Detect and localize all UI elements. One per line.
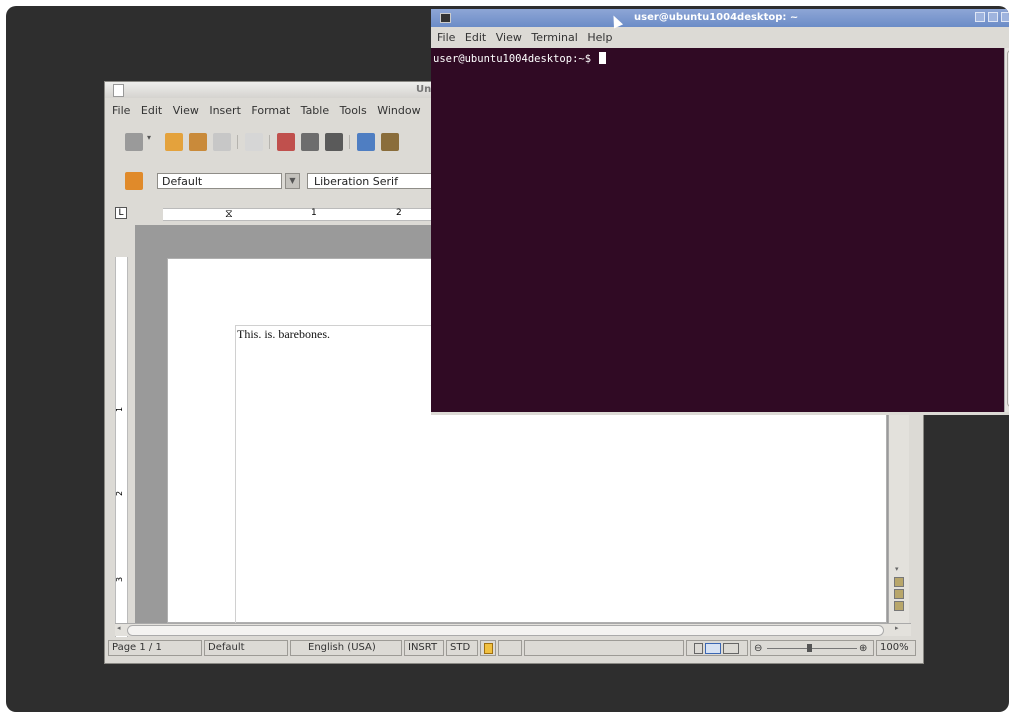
maximize-icon[interactable] [988, 12, 998, 22]
status-insert-mode[interactable]: INSRT [404, 640, 444, 656]
book-view-icon[interactable] [723, 643, 739, 654]
terminal-menu-edit[interactable]: Edit [465, 31, 486, 44]
minimize-icon[interactable] [975, 12, 985, 22]
terminal-icon [440, 13, 451, 23]
terminal-menu-help[interactable]: Help [587, 31, 612, 44]
menu-table[interactable]: Table [301, 104, 329, 117]
menu-view[interactable]: View [173, 104, 199, 117]
prompt-text: user@ubuntu1004desktop:~$ [433, 53, 598, 65]
document-icon [113, 84, 124, 97]
ruler-mark: 1 [115, 406, 125, 413]
terminal-scrollbar[interactable] [1004, 48, 1009, 412]
ruler-mark: 2 [396, 208, 402, 218]
view-layout-controls [686, 640, 748, 656]
toolbar-separator [269, 135, 270, 149]
terminal-titlebar[interactable]: user@ubuntu1004desktop: ~ [431, 9, 1009, 27]
status-page-style[interactable]: Default [204, 640, 288, 656]
scroll-down-icon[interactable]: ▾ [895, 565, 899, 573]
terminal-scroll-thumb[interactable] [1007, 50, 1009, 407]
print-preview-icon[interactable] [325, 133, 343, 151]
navigator-icon[interactable] [894, 589, 904, 599]
ruler-mark: 1 [311, 208, 317, 218]
scroll-left-icon[interactable]: ◂ [117, 624, 121, 632]
tab-type-selector[interactable]: L [115, 207, 127, 219]
status-selection-mode[interactable]: STD [446, 640, 478, 656]
status-page[interactable]: Page 1 / 1 [108, 640, 202, 656]
status-signature[interactable] [498, 640, 522, 656]
terminal-menubar: File Edit View Terminal Help [431, 27, 1009, 48]
email-document-icon[interactable] [213, 133, 231, 151]
menu-window[interactable]: Window [377, 104, 420, 117]
single-page-view-icon[interactable] [694, 643, 703, 654]
terminal-menu-view[interactable]: View [496, 31, 522, 44]
toolbar-separator [349, 135, 350, 149]
desktop: Untit File Edit View Insert Format Table… [6, 6, 1009, 712]
menu-file[interactable]: File [112, 104, 130, 117]
terminal-bottom-border [431, 412, 1009, 415]
text-cursor [599, 52, 607, 64]
multi-page-view-icon[interactable] [705, 643, 721, 654]
new-dropdown-icon[interactable]: ▾ [147, 133, 153, 151]
horizontal-ruler[interactable]: ⧖ 1 2 [163, 207, 438, 221]
status-language[interactable]: English (USA) [290, 640, 402, 656]
styles-formatting-icon[interactable] [125, 172, 143, 190]
print-icon[interactable] [301, 133, 319, 151]
document-text[interactable]: This. is. barebones. [237, 327, 330, 342]
horizontal-scroll-thumb[interactable] [127, 625, 884, 636]
vertical-ruler[interactable]: 1 2 3 [115, 257, 128, 637]
terminal-body[interactable]: user@ubuntu1004desktop:~$ [431, 48, 1004, 412]
zoom-in-icon[interactable]: ⊕ [859, 642, 867, 656]
ruler-mark: 3 [115, 576, 125, 583]
new-document-icon[interactable] [125, 133, 143, 151]
status-info [524, 640, 684, 656]
terminal-title: user@ubuntu1004desktop: ~ [634, 12, 799, 23]
font-name-box[interactable]: Liberation Serif [307, 173, 437, 189]
close-icon[interactable] [1001, 12, 1009, 22]
save-icon[interactable] [189, 133, 207, 151]
horizontal-scrollbar[interactable]: ◂ ▸ [115, 623, 911, 636]
menu-edit[interactable]: Edit [141, 104, 162, 117]
next-page-icon[interactable] [894, 601, 904, 611]
indent-marker-icon[interactable]: ⧖ [225, 207, 233, 221]
open-folder-icon[interactable] [165, 133, 183, 151]
export-pdf-icon[interactable] [277, 133, 295, 151]
zoom-handle[interactable] [807, 644, 812, 652]
menu-tools[interactable]: Tools [340, 104, 367, 117]
autospellcheck-icon[interactable] [381, 133, 399, 151]
menu-format[interactable]: Format [251, 104, 290, 117]
ruler-mark: 2 [115, 490, 125, 497]
paragraph-style-box[interactable]: Default [157, 173, 282, 189]
previous-page-icon[interactable] [894, 577, 904, 587]
zoom-out-icon[interactable]: ⊖ [754, 642, 762, 656]
toolbar-separator [237, 135, 238, 149]
zoom-slider[interactable]: ⊖ ⊕ [750, 640, 874, 656]
terminal-prompt: user@ubuntu1004desktop:~$ [433, 52, 607, 65]
status-zoom[interactable]: 100% [876, 640, 916, 656]
zoom-track [767, 648, 857, 649]
style-dropdown-icon[interactable]: ▼ [285, 173, 300, 189]
terminal-menu-terminal[interactable]: Terminal [531, 31, 578, 44]
terminal-menu-file[interactable]: File [437, 31, 455, 44]
terminal-window: user@ubuntu1004desktop: ~ File Edit View… [431, 9, 1009, 415]
status-bar: Page 1 / 1 Default English (USA) INSRT S… [108, 640, 920, 658]
document-modified-icon[interactable] [480, 640, 496, 656]
writer-menubar: File Edit View Insert Format Table Tools… [105, 104, 421, 122]
edit-file-icon[interactable] [245, 133, 263, 151]
scroll-right-icon[interactable]: ▸ [895, 624, 899, 632]
menu-insert[interactable]: Insert [209, 104, 241, 117]
spellcheck-icon[interactable] [357, 133, 375, 151]
